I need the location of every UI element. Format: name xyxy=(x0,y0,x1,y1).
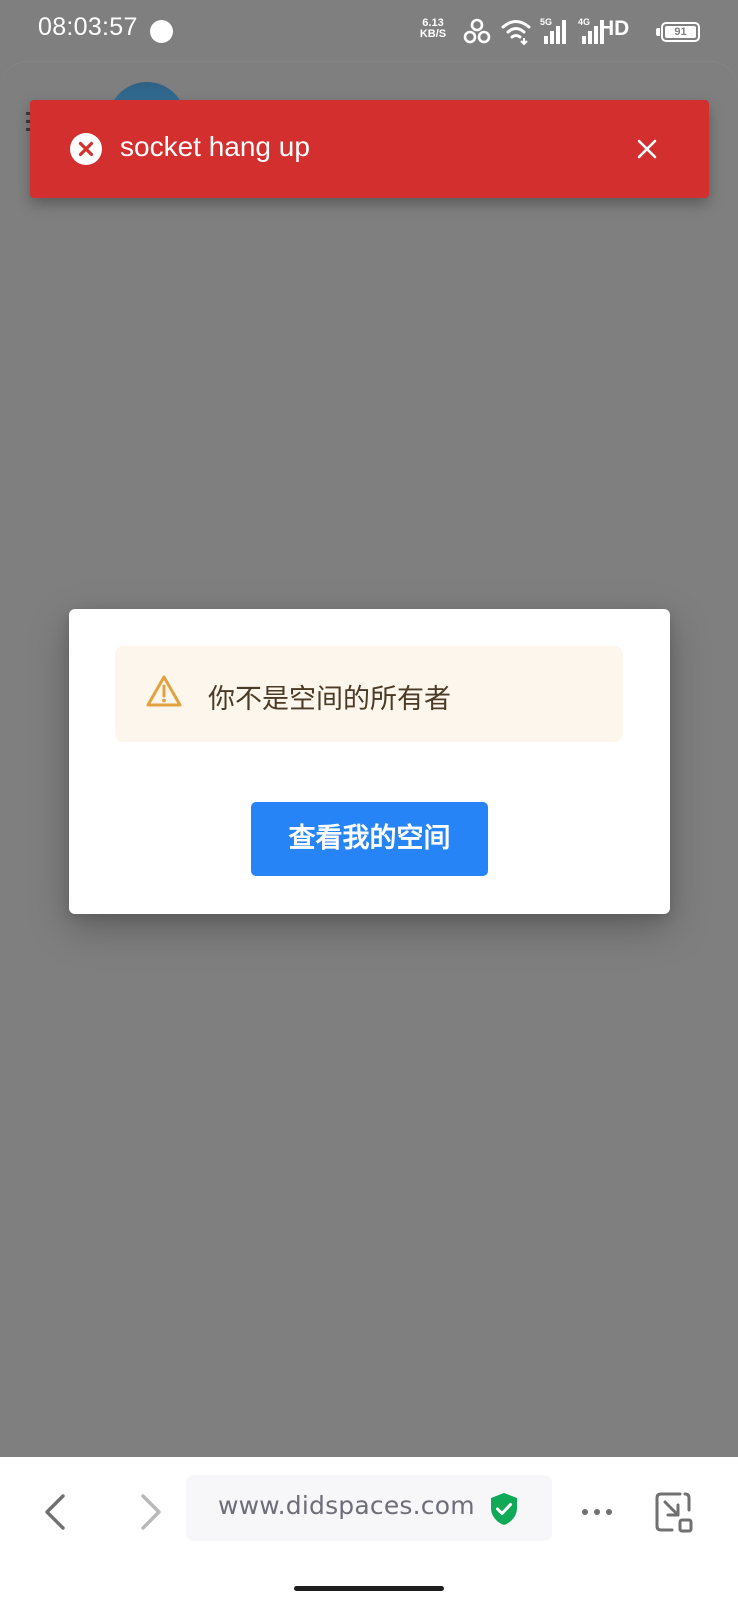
toast-close-button[interactable] xyxy=(630,132,664,166)
error-toast: socket hang up xyxy=(30,100,709,198)
notification-dot-icon xyxy=(150,20,173,43)
forward-button[interactable] xyxy=(124,1487,174,1537)
hotspot-icon xyxy=(463,18,491,44)
back-icon xyxy=(45,1494,65,1530)
browser-toolbar: www.didspaces.com xyxy=(0,1457,738,1600)
network-speed: 6.13 KB/S xyxy=(418,18,448,40)
battery-level: 91 xyxy=(665,26,696,38)
url-text: www.didspaces.com xyxy=(218,1491,475,1520)
close-icon xyxy=(637,139,657,159)
error-circle-icon xyxy=(70,133,102,165)
network-5g-label: 5G xyxy=(540,17,552,27)
network-speed-unit: KB/S xyxy=(419,28,447,40)
warning-alert: 你不是空间的所有者 xyxy=(115,646,623,742)
warning-text: 你不是空间的所有者 xyxy=(208,684,451,715)
back-button[interactable] xyxy=(32,1487,82,1537)
network-4g-label: 4G xyxy=(578,17,590,27)
permission-dialog: 你不是空间的所有者 查看我的空间 xyxy=(69,609,670,914)
status-bar: 08:03:57 6.13 KB/S 5G 4G HD 91 xyxy=(0,0,738,62)
battery-tip xyxy=(656,28,660,36)
warning-triangle-icon xyxy=(146,675,182,707)
shield-check-icon xyxy=(491,1493,517,1525)
toast-message: socket hang up xyxy=(120,131,310,162)
battery-icon: 91 xyxy=(661,22,700,42)
signal-5g-icon: 5G xyxy=(540,17,566,44)
address-bar[interactable]: www.didspaces.com xyxy=(186,1475,552,1541)
more-icon xyxy=(582,1509,612,1515)
exit-fullscreen-icon xyxy=(655,1492,693,1533)
view-my-space-button[interactable]: 查看我的空间 xyxy=(251,802,488,876)
home-indicator[interactable] xyxy=(294,1586,444,1591)
more-button[interactable] xyxy=(572,1487,622,1537)
exit-fullscreen-button[interactable] xyxy=(650,1487,700,1537)
status-time: 08:03:57 xyxy=(38,13,138,41)
hd-voice-label: HD xyxy=(599,17,630,40)
wifi-icon xyxy=(501,20,531,46)
forward-icon xyxy=(141,1494,161,1530)
